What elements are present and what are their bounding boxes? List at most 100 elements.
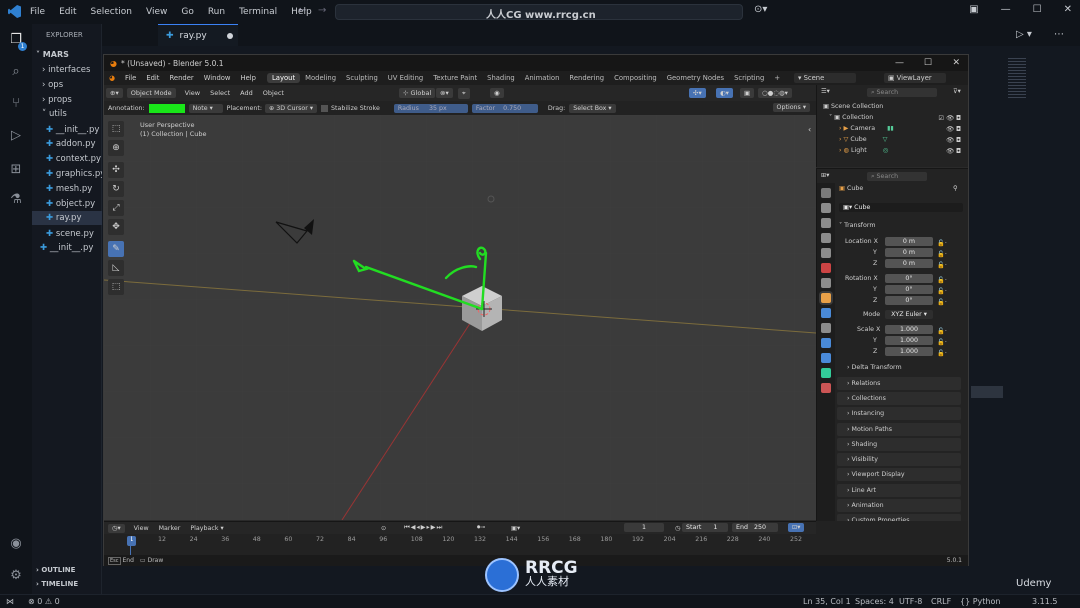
workspace-tab-scripting[interactable]: Scripting — [729, 73, 769, 83]
menu-view[interactable]: View — [146, 7, 167, 17]
factor-field[interactable]: Factor 0.750 — [471, 103, 538, 113]
start-frame-field[interactable]: Start 1 — [682, 523, 728, 532]
scale-z-field[interactable]: 1.000 — [885, 347, 933, 356]
viewport-menu-view[interactable]: View — [180, 89, 205, 97]
language-mode[interactable]: {} Python — [960, 597, 1000, 606]
outliner-row-camera[interactable]: › ▶ Camera ▮▮ 👁 ◘ — [839, 125, 963, 133]
collection-tab-icon[interactable] — [821, 278, 831, 288]
maximize-icon[interactable]: ☐ — [1033, 4, 1042, 15]
more-actions-icon[interactable]: ⋯ — [1054, 29, 1064, 40]
object-tab-icon[interactable] — [821, 293, 831, 303]
tree-file-context[interactable]: ✚ context.py — [46, 154, 101, 164]
minimap[interactable] — [1008, 58, 1026, 98]
encoding[interactable]: UTF-8 — [899, 597, 922, 606]
workspace-tab-uv-editing[interactable]: UV Editing — [383, 73, 428, 83]
panel-relations[interactable]: › Relations — [837, 377, 961, 390]
tree-folder-interfaces[interactable]: › interfaces — [42, 65, 90, 75]
panel-viewport-display[interactable]: › Viewport Display — [837, 468, 961, 481]
python-version[interactable]: 3.11.5 — [1032, 597, 1057, 606]
menu-run[interactable]: Run — [208, 7, 225, 17]
stabilize-checkbox[interactable] — [321, 104, 329, 112]
line-ending[interactable]: CRLF — [931, 597, 951, 606]
cursor-tool-icon[interactable]: ⊕ — [108, 140, 124, 156]
tree-file-graphics[interactable]: ✚ graphics.py — [46, 169, 105, 179]
workspace-tab-geometry-nodes[interactable]: Geometry Nodes — [662, 73, 729, 83]
indentation[interactable]: Spaces: 4 — [855, 597, 894, 606]
run-debug-icon[interactable]: ▷ — [8, 128, 24, 144]
sidebar-toggle-icon[interactable]: ‹ — [808, 125, 811, 134]
blender-menu-edit[interactable]: Edit — [141, 74, 164, 82]
scene-tab-icon[interactable] — [821, 248, 831, 258]
tree-folder-utils[interactable]: ˅ utils — [42, 109, 67, 119]
timeline-menu-view[interactable]: View — [129, 525, 154, 532]
end-frame-field[interactable]: End 250 — [732, 523, 778, 532]
annotation-layer-dropdown[interactable]: Note ▾ — [188, 103, 223, 113]
keying-set-icon[interactable]: ▣▾ — [506, 525, 525, 532]
tree-file-scene[interactable]: ✚ scene.py — [46, 229, 94, 239]
snap-icon[interactable]: ⌖ — [458, 88, 470, 99]
row-visibility-icons[interactable]: 👁 ◘ — [946, 136, 961, 144]
tree-file-init[interactable]: ✚ __init__.py — [46, 125, 99, 135]
timeline-menu-playback[interactable]: Playback ▾ — [185, 525, 228, 532]
annotation-color-swatch[interactable] — [148, 103, 185, 113]
world-tab-icon[interactable] — [821, 263, 831, 273]
editor-scroll-thumb[interactable] — [971, 386, 1003, 398]
collection-row[interactable]: ˅ ▣ Collection ☑ 👁 ◘ — [829, 114, 963, 122]
workspace-tab-rendering[interactable]: Rendering — [564, 73, 609, 83]
rotation-x-field[interactable]: 0° — [885, 274, 933, 283]
workspace-tab-texture-paint[interactable]: Texture Paint — [428, 73, 482, 83]
current-frame-marker[interactable]: 1 — [127, 536, 136, 546]
workspace-tab-sculpting[interactable]: Sculpting — [341, 73, 383, 83]
account-icon[interactable]: ◉ — [8, 536, 24, 552]
xray-toggle-icon[interactable]: ▣ — [740, 88, 755, 98]
scale-tool-icon[interactable]: ⤢ — [108, 200, 124, 216]
gizmo-toggle-icon[interactable]: ✣▾ — [689, 88, 706, 98]
tree-file-object[interactable]: ✚ object.py — [46, 199, 95, 209]
viewport-menu-select[interactable]: Select — [205, 89, 235, 97]
pivot-icon[interactable]: ⊗▾ — [436, 88, 453, 98]
menu-terminal[interactable]: Terminal — [239, 7, 277, 17]
row-visibility-icons[interactable]: 👁 ◘ — [946, 125, 961, 133]
scale-x-field[interactable]: 1.000 — [885, 325, 933, 334]
proportional-edit-icon[interactable]: ◉ — [490, 88, 504, 98]
rotation-z-field[interactable]: 0° — [885, 296, 933, 305]
source-control-icon[interactable]: ⑂ — [8, 96, 24, 112]
workspace-tab-shading[interactable]: Shading — [482, 73, 520, 83]
scale-y-field[interactable]: 1.000 — [885, 336, 933, 345]
timeline-section[interactable]: › TIMELINE — [36, 580, 78, 588]
extensions-icon[interactable]: ⊞ — [8, 162, 24, 178]
viewport-menu-add[interactable]: Add — [235, 89, 258, 97]
panel-shading[interactable]: › Shading — [837, 438, 961, 451]
outliner-row-light[interactable]: › ◍ Light ◎ 👁 ◘ — [839, 147, 963, 155]
properties-editor-icon[interactable]: ⊞▾ — [821, 172, 829, 179]
options-dropdown[interactable]: Options ▾ — [772, 103, 810, 112]
tree-file-addon[interactable]: ✚ addon.py — [46, 139, 96, 149]
copilot-icon[interactable]: ⊙▾ — [754, 4, 767, 15]
select-tool-icon[interactable]: ⬚ — [108, 121, 124, 137]
data-tab-icon[interactable] — [821, 368, 831, 378]
auto-key-icon[interactable]: ⊙ — [376, 525, 391, 532]
tree-file-mesh[interactable]: ✚ mesh.py — [46, 184, 92, 194]
menu-go[interactable]: Go — [181, 7, 193, 17]
blender-logo-menu-icon[interactable]: ◕ — [104, 74, 120, 82]
outliner-editor-icon[interactable]: ☰▾ — [821, 88, 830, 95]
modifier-tab-icon[interactable] — [821, 308, 831, 318]
pin-icon[interactable]: ⚲ — [953, 185, 958, 192]
annotate-tool-icon[interactable]: ✎ — [108, 241, 124, 257]
panel-instancing[interactable]: › Instancing — [837, 407, 961, 420]
move-tool-icon[interactable]: ✣ — [108, 162, 124, 178]
workspace-tab-modeling[interactable]: Modeling — [300, 73, 341, 83]
blender-minimize-icon[interactable]: — — [895, 58, 904, 68]
object-name-field[interactable]: ▣▾ Cube — [839, 203, 963, 212]
settings-gear-icon[interactable]: ⚙ — [8, 568, 24, 584]
rotation-lock-icons[interactable]: 🔓· 🔓· 🔓· — [937, 275, 947, 308]
testing-icon[interactable]: ⚗ — [8, 192, 24, 208]
transform-orientation-dropdown[interactable]: ⊹ Global — [399, 88, 436, 98]
outliner-search[interactable]: ⌕ Search — [867, 88, 937, 97]
problems-indicator[interactable]: ⊗ 0 ⚠ 0 — [28, 597, 60, 606]
run-python-icon[interactable]: ▷ ▾ — [1016, 29, 1032, 40]
current-frame-field[interactable]: 1 — [624, 523, 664, 532]
viewport-menu-object[interactable]: Object — [258, 89, 289, 97]
tree-folder-props[interactable]: › props — [42, 95, 72, 105]
blender-menu-window[interactable]: Window — [199, 74, 236, 82]
